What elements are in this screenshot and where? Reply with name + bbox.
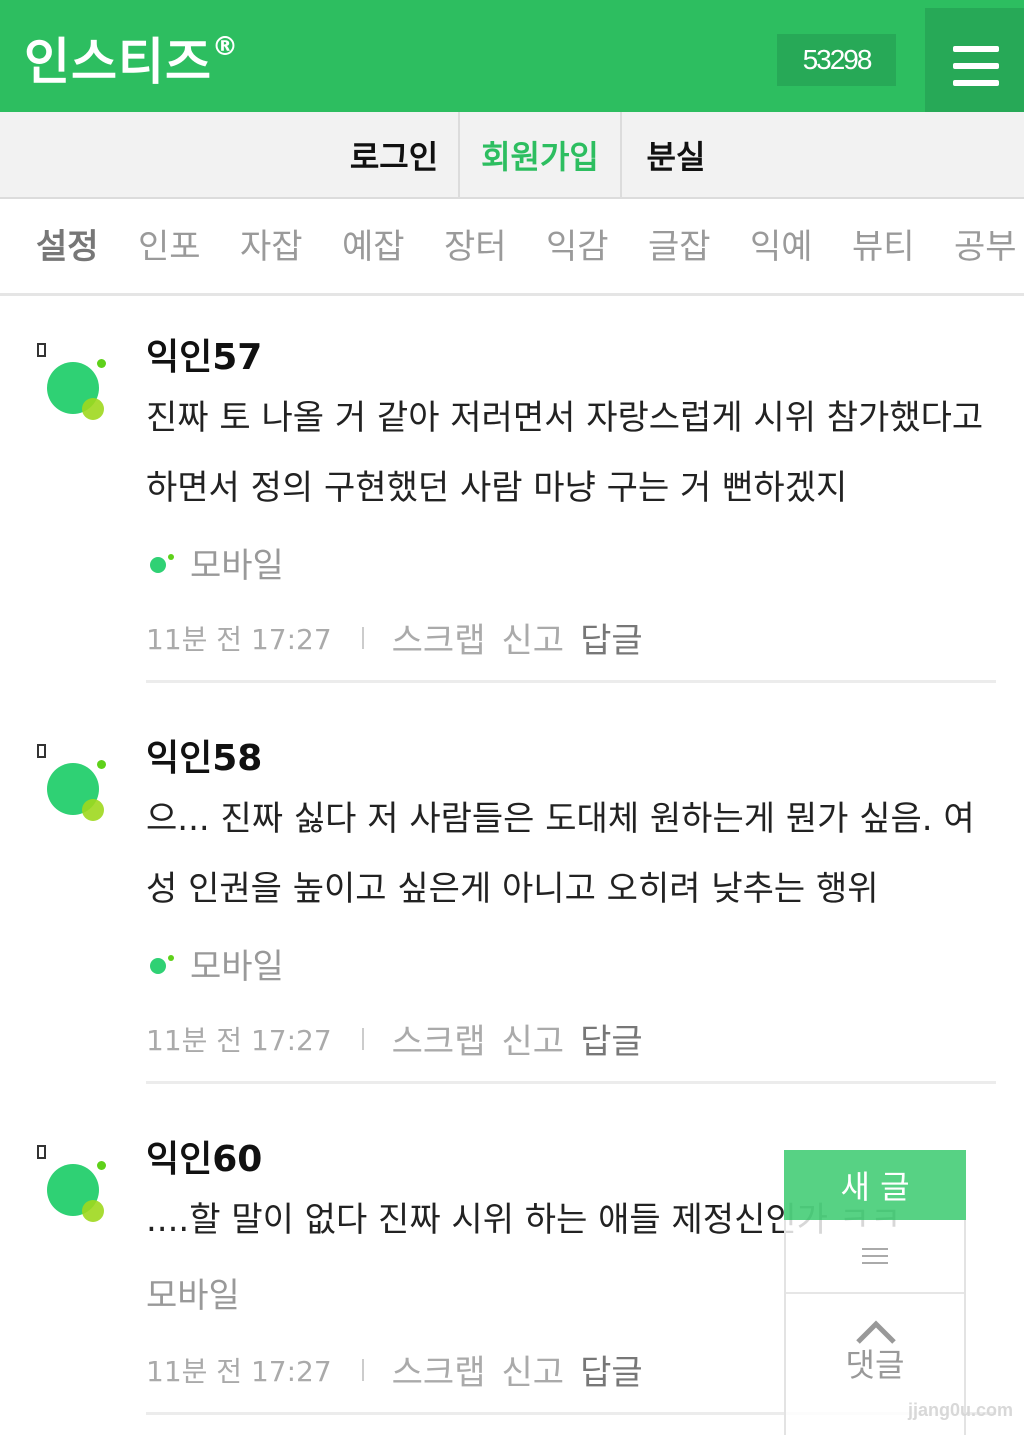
watermark: jjang0u.com (908, 1400, 1014, 1420)
reply-button[interactable]: 답글 (580, 1014, 643, 1063)
mobile-icon (146, 551, 174, 575)
signup-button[interactable]: 회원가입 (460, 112, 620, 197)
site-logo[interactable]: 인스티즈® (24, 22, 239, 94)
divider (146, 1081, 996, 1084)
report-button[interactable]: 신고 (502, 613, 565, 662)
avatar-accent (82, 398, 104, 420)
tab-ikye[interactable]: 익예 (750, 219, 813, 268)
logo-text: 인스티즈 (24, 33, 212, 91)
tab-yejab[interactable]: 예잡 (342, 219, 405, 268)
avatar-dot (97, 760, 106, 769)
comment-item: 익인58 으... 진짜 싫다 저 사람들은 도대체 원하는게 뭔가 싶음. 여… (0, 701, 1024, 1091)
registered-mark: ® (212, 32, 239, 63)
tab-ikgam[interactable]: 익감 (546, 219, 609, 268)
avatar-tag-icon (37, 1145, 46, 1159)
device-text: 모바일 (190, 947, 284, 987)
comment-time: 11분 전 17:27 (146, 1023, 332, 1057)
tab-market[interactable]: 장터 (444, 219, 507, 268)
category-tabs: 설정 인포 자잡 예잡 장터 익감 글잡 익예 뷰티 공부 (0, 199, 1024, 296)
scrap-button[interactable]: 스크랩 (392, 1345, 486, 1394)
tab-study[interactable]: 공부 (954, 219, 1017, 268)
comment-time: 11분 전 17:27 (146, 1354, 332, 1388)
comment-text: 으... 진짜 싫다 저 사람들은 도대체 원하는게 뭔가 싶음. 여성 인권을… (146, 799, 975, 909)
comment-author: 익인58 (146, 738, 263, 779)
reply-button[interactable]: 답글 (580, 613, 643, 662)
comments-jump-button[interactable]: 댓글 (786, 1340, 964, 1386)
comment-author: 익인57 (146, 337, 263, 378)
device-label: 모바일 (146, 538, 284, 587)
comment-meta: 11분 전 17:27 스크랩 신고 답글 (146, 613, 643, 662)
tab-info[interactable]: 인포 (138, 219, 201, 268)
device-label: 모바일 (146, 1268, 240, 1317)
device-text: 모바일 (146, 1276, 240, 1316)
avatar-dot (97, 1161, 106, 1170)
tab-jajab[interactable]: 자잡 (240, 219, 303, 268)
report-button[interactable]: 신고 (502, 1014, 565, 1063)
tab-beauty[interactable]: 뷰티 (852, 219, 915, 268)
tab-settings[interactable]: 설정 (36, 219, 99, 268)
lost-account-button[interactable]: 분실 (622, 112, 730, 197)
mobile-icon (146, 952, 174, 976)
comment-item: 익인57 진짜 토 나올 거 같아 저러면서 자랑스럽게 시위 참가했다고 하면… (0, 300, 1024, 690)
visitor-counter: 53298 (777, 34, 896, 86)
auth-bar: 로그인 회원가입 분실 (0, 112, 1024, 199)
comment-time: 11분 전 17:27 (146, 622, 332, 656)
scrap-button[interactable]: 스크랩 (392, 613, 486, 662)
device-text: 모바일 (190, 546, 284, 586)
avatar-tag-icon (37, 343, 46, 357)
scrap-button[interactable]: 스크랩 (392, 1014, 486, 1063)
divider (146, 680, 996, 683)
tab-geuljab[interactable]: 글잡 (648, 219, 711, 268)
login-button[interactable]: 로그인 (330, 112, 458, 197)
avatar-accent (82, 799, 104, 821)
comment-author: 익인60 (146, 1139, 263, 1180)
device-label: 모바일 (146, 939, 284, 988)
new-post-button[interactable]: 새 글 (784, 1150, 966, 1220)
avatar-accent (82, 1200, 104, 1222)
avatar-dot (97, 359, 106, 368)
hamburger-icon[interactable] (925, 8, 1024, 112)
reply-button[interactable]: 답글 (580, 1345, 643, 1394)
floating-widget: 새 글 댓글 (784, 1150, 966, 1435)
comment-meta: 11분 전 17:27 스크랩 신고 답글 (146, 1014, 643, 1063)
comment-text: 진짜 토 나올 거 같아 저러면서 자랑스럽게 시위 참가했다고 하면서 정의 … (146, 398, 984, 508)
top-header: 인스티즈® 53298 (0, 0, 1024, 112)
avatar-tag-icon (37, 744, 46, 758)
list-icon[interactable] (786, 1220, 964, 1294)
comment-meta: 11분 전 17:27 스크랩 신고 답글 (146, 1345, 643, 1394)
report-button[interactable]: 신고 (502, 1345, 565, 1394)
